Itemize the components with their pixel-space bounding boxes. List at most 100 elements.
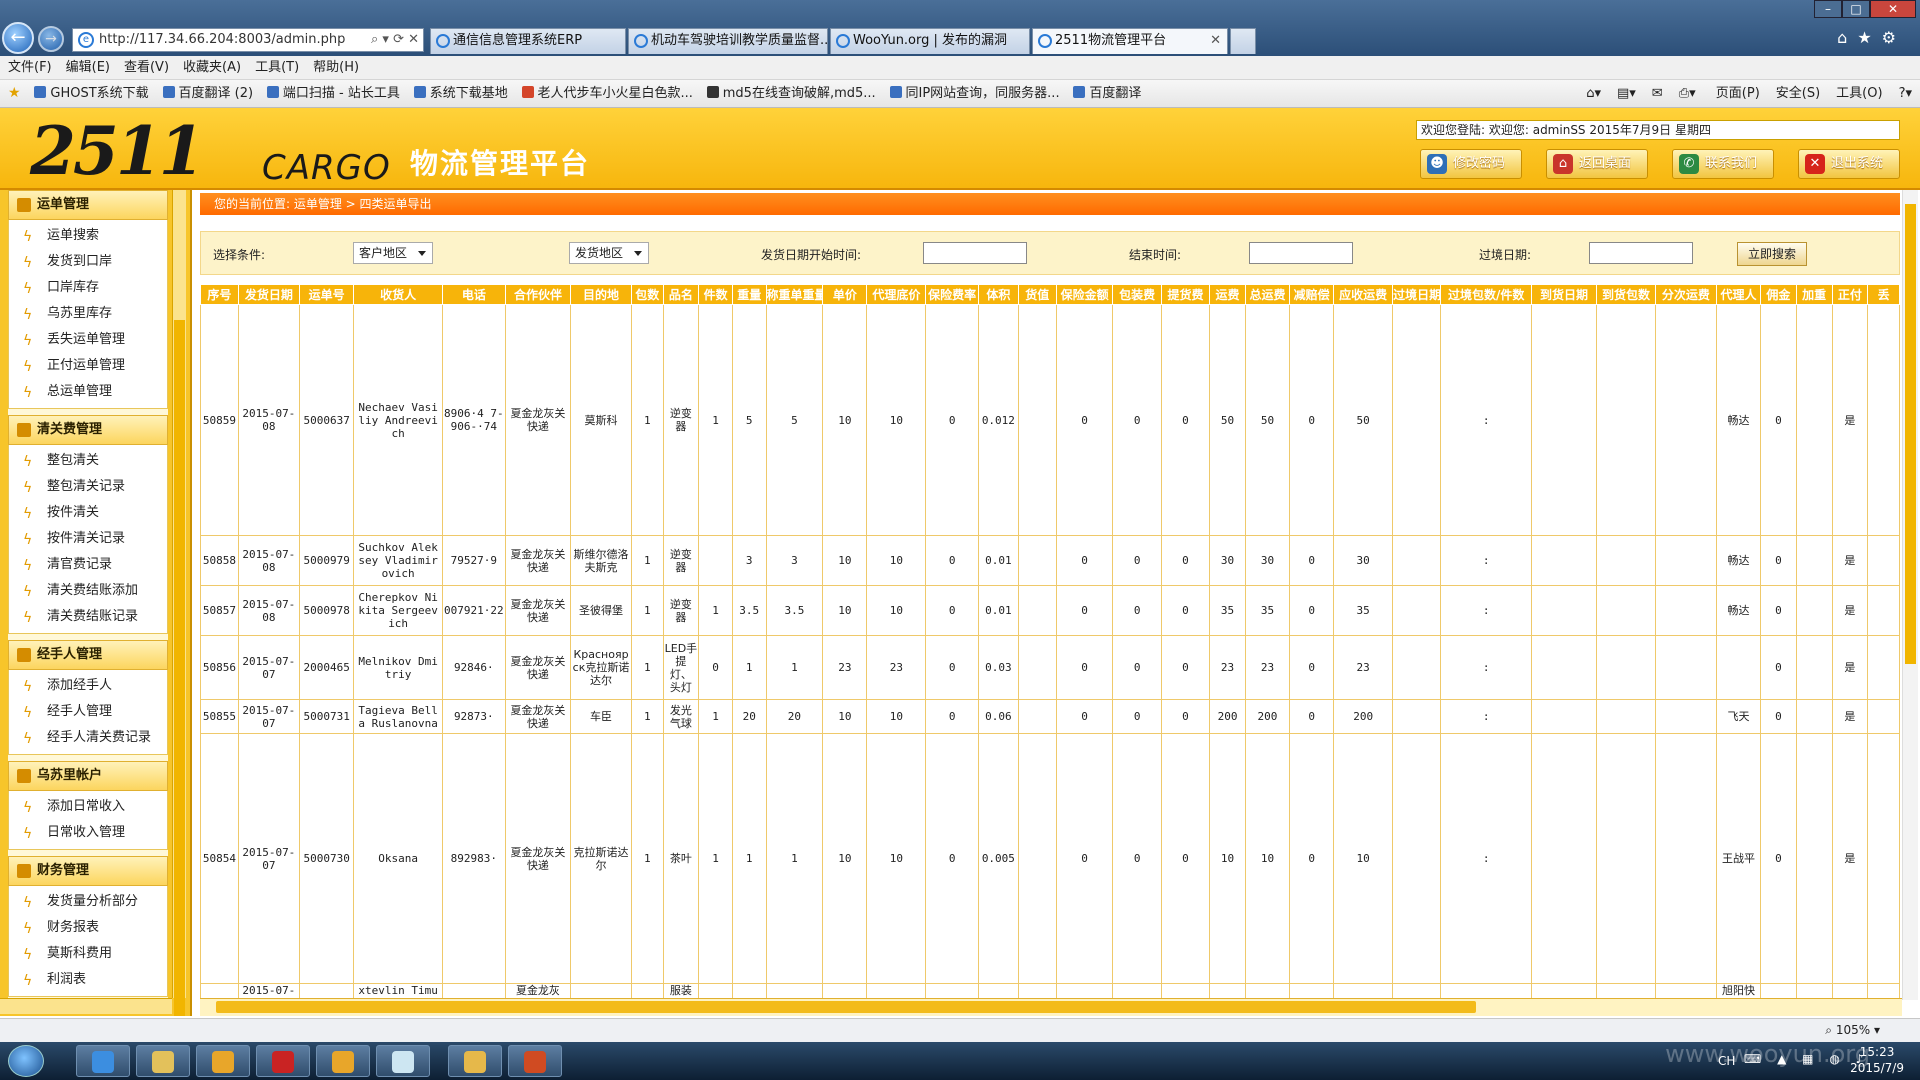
sidebar-group-title[interactable]: 运单管理 — [8, 190, 168, 220]
sidebar-item[interactable]: ϟ 清关费结账记录 — [9, 604, 167, 630]
sidebar-group-title[interactable]: 清关费管理 — [8, 415, 168, 445]
change-password-button[interactable]: ☻ 修改密码 — [1420, 149, 1522, 179]
favorite-item[interactable]: 系统下载基地 — [410, 80, 514, 107]
favorite-item[interactable]: GHOST系统下载 — [30, 80, 154, 107]
sidebar-item[interactable]: ϟ 口岸库存 — [9, 275, 167, 301]
sidebar-item[interactable]: ϟ 乌苏里库存 — [9, 301, 167, 327]
sidebar-item[interactable]: ϟ 日常收入管理 — [9, 820, 167, 846]
rss-icon[interactable]: ▤▾ — [1617, 86, 1636, 101]
sidebar-group-title[interactable]: 财务管理 — [8, 856, 168, 886]
table-row[interactable]: 50858 2015-07-08 5000979 Suchkov Aleksey Vl… — [200, 535, 1900, 586]
browser-tab-3[interactable]: WooYun.org | 发布的漏洞 — [830, 28, 1030, 54]
sidebar-scroll-thumb[interactable] — [174, 320, 185, 1016]
table-row[interactable]: 50857 2015-07-08 5000978 Cherepkov Nikita S… — [200, 585, 1900, 636]
sidebar-item[interactable]: ϟ 经手人清关费记录 — [9, 725, 167, 751]
back-button[interactable]: ← — [2, 22, 34, 54]
page-menu[interactable]: 页面(P) — [1716, 86, 1760, 101]
browser-tab-2[interactable]: 机动车驾驶培训教学质量监督... — [628, 28, 828, 54]
tools-menu[interactable]: 工具(O) — [1836, 86, 1882, 101]
menu-help[interactable]: 帮助(H) — [305, 56, 365, 80]
condition-select[interactable]: 客户地区 — [353, 242, 433, 264]
search-button[interactable]: 立即搜索 — [1737, 242, 1807, 266]
table-row[interactable]: 50856 2015-07-07 2000465 Melnikov Dmitriy 92… — [200, 635, 1900, 700]
main-vscrollbar[interactable] — [1902, 190, 1918, 1000]
menu-edit[interactable]: 编辑(E) — [58, 56, 116, 80]
minimize-icon[interactable]: – — [1814, 0, 1842, 18]
taskbar-app-red[interactable] — [256, 1045, 310, 1077]
table-cell — [1392, 699, 1442, 734]
sidebar-item[interactable]: ϟ 莫斯科费用 — [9, 941, 167, 967]
sidebar-item[interactable]: ϟ 发货到口岸 — [9, 249, 167, 275]
favorite-item[interactable]: 同IP网站查询，同服务器... — [886, 80, 1066, 107]
sidebar-hscrollbar[interactable] — [0, 998, 172, 1014]
table-row[interactable]: 50854 2015-07-07 5000730 Oksana 892983· 夏金龙灰关… — [200, 733, 1900, 984]
home-icon[interactable]: ⌂▾ — [1586, 86, 1601, 101]
main-hscroll-thumb[interactable] — [216, 1001, 1476, 1013]
taskbar-app-key2[interactable] — [316, 1045, 370, 1077]
menu-favorites[interactable]: 收藏夹(A) — [175, 56, 247, 80]
mail-icon[interactable]: ✉ — [1652, 86, 1663, 101]
border-date-input[interactable] — [1589, 242, 1693, 264]
close-tab-icon[interactable]: ✕ — [1210, 29, 1221, 53]
favorite-item[interactable]: 老人代步车小火星白色款... — [518, 80, 699, 107]
help-icon[interactable]: ?▾ — [1899, 86, 1912, 101]
maximize-icon[interactable]: □ — [1842, 0, 1870, 18]
menu-file[interactable]: 文件(F) — [0, 56, 58, 80]
taskbar-app-folder[interactable] — [448, 1045, 502, 1077]
sidebar-item[interactable]: ϟ 正付运单管理 — [9, 353, 167, 379]
sidebar-item[interactable]: ϟ 添加经手人 — [9, 673, 167, 699]
favorite-item[interactable]: md5在线查询破解,md5... — [703, 80, 882, 107]
close-window-icon[interactable]: ✕ — [1870, 0, 1916, 18]
table-row[interactable]: 50859 2015-07-08 5000637 Nechaev Vasiliy An… — [200, 304, 1900, 536]
sidebar-item[interactable]: ϟ 清关费结账添加 — [9, 578, 167, 604]
address-bar[interactable]: e http://117.34.66.204:8003/admin.php ⌕ … — [72, 28, 424, 52]
sidebar-item[interactable]: ϟ 丢失运单管理 — [9, 327, 167, 353]
print-icon[interactable]: ⎙▾ — [1679, 86, 1696, 101]
sidebar-item[interactable]: ϟ 添加日常收入 — [9, 794, 167, 820]
start-button[interactable] — [8, 1045, 44, 1077]
menu-view[interactable]: 查看(V) — [116, 56, 175, 80]
favorite-item[interactable]: 百度翻译 — [1069, 80, 1147, 107]
menu-tools[interactable]: 工具(T) — [247, 56, 305, 80]
sidebar-item[interactable]: ϟ 按件清关记录 — [9, 526, 167, 552]
favorite-item[interactable]: 百度翻译 (2) — [159, 80, 260, 107]
contact-us-button[interactable]: ✆ 联系我们 — [1672, 149, 1774, 179]
favorites-star-icon[interactable]: ★ — [0, 80, 27, 107]
address-tools-icon[interactable]: ⌕ ▾ ⟳ ✕ — [371, 29, 419, 51]
sidebar-item[interactable]: ϟ 经手人管理 — [9, 699, 167, 725]
sidebar-item[interactable]: ϟ 清官费记录 — [9, 552, 167, 578]
sidebar-item[interactable]: ϟ 总运单管理 — [9, 379, 167, 405]
sidebar-item[interactable]: ϟ 运单搜索 — [9, 223, 167, 249]
favorite-item[interactable]: 端口扫描 - 站长工具 — [263, 80, 406, 107]
sidebar-item[interactable]: ϟ 发货量分析部分 — [9, 889, 167, 915]
taskbar-app-bolt[interactable] — [508, 1045, 562, 1077]
back-desktop-button[interactable]: ⌂ 返回桌面 — [1546, 149, 1648, 179]
forward-button[interactable]: → — [38, 26, 64, 52]
new-tab-button[interactable] — [1230, 28, 1256, 54]
sidebar-item[interactable]: ϟ 按件清关 — [9, 500, 167, 526]
taskbar-explorer[interactable] — [136, 1045, 190, 1077]
sidebar-group-title[interactable]: 乌苏里帐户 — [8, 761, 168, 791]
home-star-gear-icons[interactable]: ⌂★⚙ — [1837, 28, 1906, 47]
sidebar-item[interactable]: ϟ 财务报表 — [9, 915, 167, 941]
end-date-input[interactable] — [1249, 242, 1353, 264]
sidebar-item[interactable]: ϟ 利润表 — [9, 967, 167, 993]
sidebar-scrollbar[interactable] — [172, 190, 186, 1016]
browser-tab-4[interactable]: 2511物流管理平台 ✕ — [1032, 28, 1228, 54]
area-select[interactable]: 发货地区 — [569, 242, 649, 264]
table-row[interactable]: 2015-07- xtevlin Timur 夏金龙灰 服装 旭阳快 — [200, 983, 1900, 998]
taskbar-app-notes[interactable] — [376, 1045, 430, 1077]
main-hscrollbar[interactable] — [200, 998, 1902, 1016]
taskbar-ie[interactable] — [76, 1045, 130, 1077]
main-vscroll-thumb[interactable] — [1905, 204, 1916, 664]
logout-button[interactable]: ✕ 退出系统 — [1798, 149, 1900, 179]
safety-menu[interactable]: 安全(S) — [1776, 86, 1820, 101]
browser-tab-1[interactable]: 通信信息管理系统ERP — [430, 28, 626, 54]
taskbar-app-key[interactable] — [196, 1045, 250, 1077]
sidebar-group-title[interactable]: 经手人管理 — [8, 640, 168, 670]
sidebar-item[interactable]: ϟ 整包清关 — [9, 448, 167, 474]
start-date-input[interactable] — [923, 242, 1027, 264]
zoom-level[interactable]: ⌕ 105% ▾ — [1825, 1019, 1880, 1041]
sidebar-item[interactable]: ϟ 整包清关记录 — [9, 474, 167, 500]
table-row[interactable]: 50855 2015-07-07 5000731 Tagieva Bella Rusl… — [200, 699, 1900, 734]
